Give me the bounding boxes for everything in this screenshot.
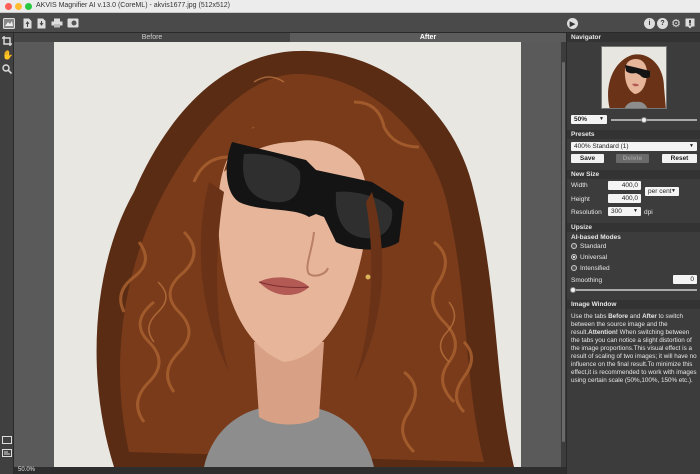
resolution-unit: dpi — [644, 209, 653, 216]
height-label: Height — [571, 196, 590, 203]
chevron-down-icon: ▼ — [689, 143, 694, 149]
smoothing-field[interactable]: 0 — [673, 275, 697, 284]
help-text-after: After — [642, 313, 657, 320]
navigator-zoom-slider[interactable] — [611, 119, 697, 121]
resolution-value: 300 — [611, 208, 622, 215]
smoothing-slider-handle[interactable] — [570, 287, 576, 293]
minimize-window-button[interactable] — [15, 3, 22, 10]
width-label: Width — [571, 182, 588, 189]
display-mode-icon[interactable] — [2, 449, 12, 459]
navigator-zoom-slider-handle[interactable] — [641, 117, 647, 123]
presets-header: Presets — [567, 130, 700, 139]
mode-intensified-radio[interactable] — [571, 265, 577, 271]
chevron-down-icon: ▼ — [671, 188, 676, 194]
chevron-down-icon: ▼ — [599, 116, 604, 122]
zoom-status: 50.0% — [18, 467, 36, 473]
main-toolbar: ▶ i ? ⚙ — [0, 13, 700, 33]
tools-panel: ✋ — [0, 33, 14, 474]
save-preset-button[interactable]: Save — [571, 154, 604, 163]
crop-icon[interactable] — [2, 36, 12, 46]
save-file-icon[interactable] — [34, 16, 48, 30]
new-size-header: New Size — [567, 170, 700, 179]
image-window-help-text: Use the tabs Before and After to switch … — [571, 313, 699, 385]
info-icon[interactable]: i — [644, 18, 655, 29]
mode-standard-radio[interactable] — [571, 243, 577, 249]
settings-panel: Navigator 50% ▼ Presets 400% Standard (1… — [566, 33, 700, 474]
home-icon[interactable] — [2, 16, 16, 30]
open-file-icon[interactable] — [20, 16, 34, 30]
navigator-header: Navigator — [567, 33, 700, 42]
smoothing-label: Smoothing — [571, 277, 603, 284]
help-text-part: When switching between the tabs you can … — [571, 329, 697, 384]
result-image[interactable] — [54, 42, 521, 467]
size-unit-value: per cent — [648, 188, 672, 195]
presets-selected: 400% Standard (1) — [574, 143, 629, 150]
navigator-zoom-value: 50% — [574, 116, 588, 123]
print-icon[interactable] — [50, 16, 64, 30]
mode-intensified-label[interactable]: Intensified — [580, 265, 610, 272]
height-field[interactable]: 400,0 — [608, 194, 641, 203]
chevron-down-icon: ▼ — [633, 208, 638, 214]
view-tabs: Before After — [14, 33, 566, 42]
batch-icon[interactable] — [66, 16, 80, 30]
help-text-attention: Attention! — [588, 329, 618, 336]
zoom-icon[interactable] — [2, 64, 13, 75]
mode-standard-label[interactable]: Standard — [580, 243, 606, 250]
mode-universal-label[interactable]: Universal — [580, 254, 607, 261]
settings-icon[interactable]: ⚙ — [669, 16, 683, 30]
delete-preset-button[interactable]: Delete — [616, 154, 649, 163]
notify-icon[interactable] — [683, 16, 697, 30]
run-icon[interactable]: ▶ — [567, 18, 578, 29]
status-bar: 50.0% — [14, 467, 566, 474]
zoom-window-button[interactable] — [25, 3, 32, 10]
upsize-header: Upsize — [567, 223, 700, 232]
window-title: AKVIS Magnifier AI v.13.0 (CoreML) - akv… — [36, 2, 231, 9]
help-text-before: Before — [608, 313, 629, 320]
resolution-label: Resolution — [571, 209, 602, 216]
image-window-header: Image Window — [567, 300, 700, 309]
help-text-part: and — [628, 313, 643, 320]
title-bar: AKVIS Magnifier AI v.13.0 (CoreML) - akv… — [0, 0, 700, 13]
close-window-button[interactable] — [5, 3, 12, 10]
scrollbar-thumb[interactable] — [562, 62, 565, 442]
presets-select[interactable]: 400% Standard (1) ▼ — [571, 142, 697, 151]
tab-after[interactable]: After — [290, 33, 566, 42]
tab-before[interactable]: Before — [14, 33, 290, 42]
reset-preset-button[interactable]: Reset — [662, 154, 697, 163]
mode-universal-radio[interactable] — [571, 254, 577, 260]
image-canvas[interactable] — [14, 42, 566, 467]
navigator-preview[interactable] — [601, 46, 667, 109]
size-unit-select[interactable]: per cent ▼ — [645, 187, 679, 196]
width-field[interactable]: 400,0 — [608, 181, 641, 190]
help-icon[interactable]: ? — [657, 18, 668, 29]
resolution-select[interactable]: 300 ▼ — [608, 207, 641, 216]
background-color-icon[interactable] — [2, 436, 12, 446]
hand-icon[interactable]: ✋ — [2, 50, 13, 60]
ai-modes-label: AI-based Modes — [571, 234, 621, 241]
help-text-part: Use the tabs — [571, 313, 609, 320]
smoothing-slider[interactable] — [571, 289, 697, 291]
navigator-zoom-select[interactable]: 50% ▼ — [571, 115, 607, 124]
